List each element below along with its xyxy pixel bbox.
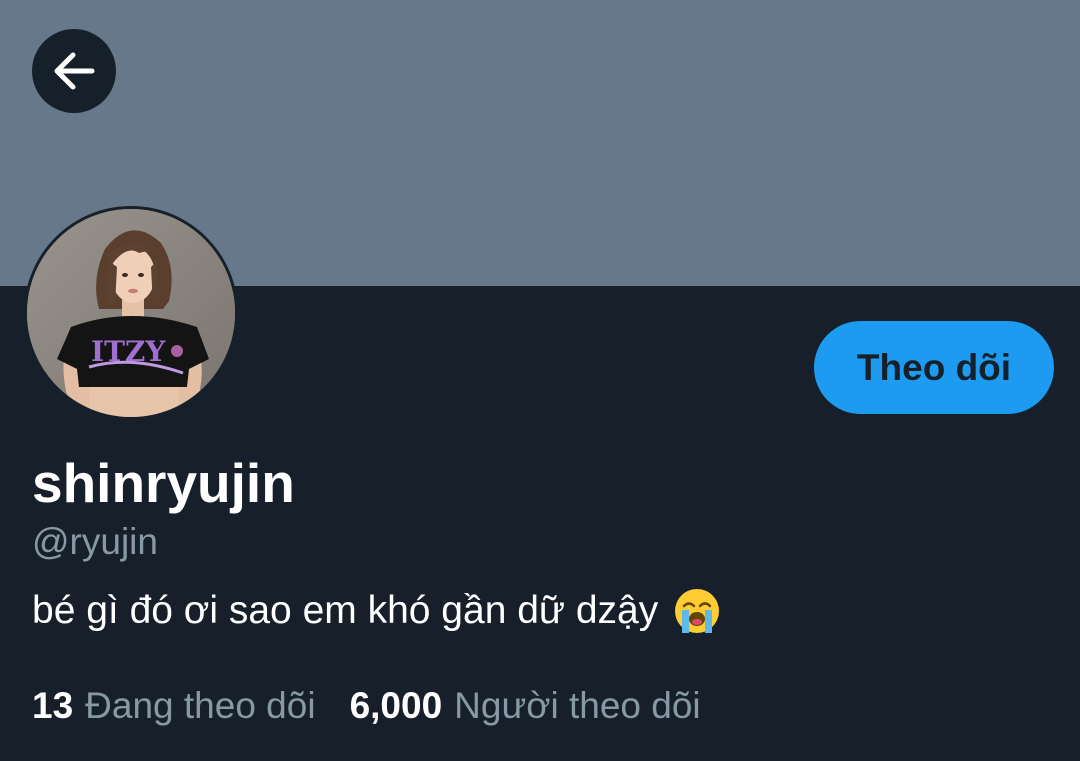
avatar[interactable]: ITZY: [27, 209, 235, 417]
arrow-left-icon: [51, 51, 97, 91]
loudly-crying-face-emoji-icon: [672, 586, 722, 636]
profile-screen: ITZY Theo dõi shinryujin @ryujin bé gì đ…: [0, 0, 1080, 761]
following-stat[interactable]: 13 Đang theo dõi: [32, 682, 316, 730]
user-handle: @ryujin: [32, 521, 158, 562]
follow-stats: 13 Đang theo dõi 6,000 Người theo dõi: [32, 682, 701, 730]
followers-stat[interactable]: 6,000 Người theo dõi: [350, 682, 701, 730]
avatar-frame: ITZY: [24, 206, 238, 420]
bio-text: bé gì đó ơi sao em khó gần dữ dzậy: [32, 589, 659, 632]
followers-count: 6,000: [349, 685, 443, 726]
following-count: 13: [32, 685, 74, 726]
display-name: shinryujin: [32, 452, 295, 514]
following-label: Đang theo dõi: [85, 685, 316, 726]
back-button[interactable]: [32, 29, 116, 113]
followers-label: Người theo dõi: [454, 685, 701, 726]
follow-button[interactable]: Theo dõi: [814, 321, 1054, 414]
profile-bio: bé gì đó ơi sao em khó gần dữ dzậy: [32, 586, 722, 636]
